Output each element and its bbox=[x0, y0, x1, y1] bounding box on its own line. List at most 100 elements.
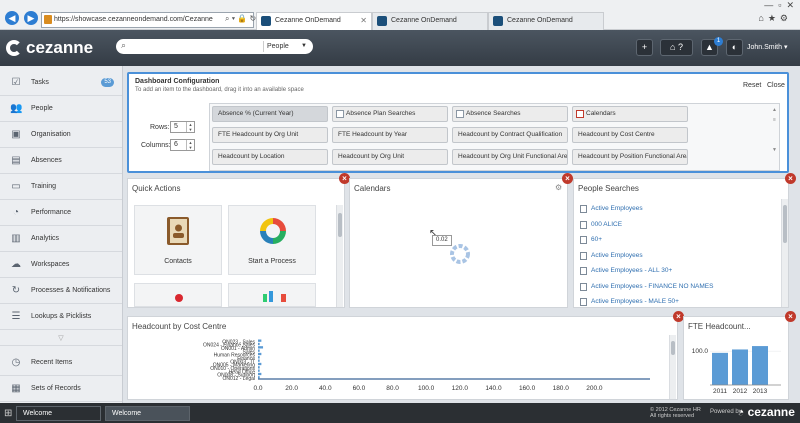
start-icon[interactable]: ⊞ bbox=[4, 408, 12, 419]
app-header: cezanne ⌕ People ▼ + ⌂ ? ▲ 1 ◐ John.Smit… bbox=[0, 30, 800, 66]
stepper-arrows-icon[interactable]: ▲ ▼ bbox=[186, 140, 194, 150]
x-tick-label: 2011 bbox=[713, 388, 727, 395]
close-tab-icon[interactable]: ✕ bbox=[360, 13, 367, 29]
widget-tile[interactable]: Headcount by Org Unit bbox=[332, 149, 448, 165]
sidebar-item-people[interactable]: 👥 People bbox=[0, 96, 122, 122]
bar bbox=[258, 376, 260, 379]
back-icon[interactable]: ◀ bbox=[5, 11, 19, 25]
scroll-thumb[interactable] bbox=[671, 341, 675, 355]
home-help-button[interactable]: ⌂ ? bbox=[660, 39, 693, 56]
sidebar-item-analytics[interactable]: ▥ Analytics bbox=[0, 226, 122, 252]
tab-label: Cezanne OnDemand bbox=[275, 17, 341, 24]
tab-3[interactable]: Cezanne OnDemand bbox=[488, 12, 604, 30]
x-tick-label: 20.0 bbox=[285, 385, 298, 392]
loading-spinner-icon bbox=[450, 244, 470, 264]
widget-tile[interactable]: Absence Plan Searches bbox=[332, 106, 448, 122]
sidebar-item-recent-items[interactable]: ◷ Recent Items bbox=[0, 350, 122, 376]
columns-stepper[interactable]: 6 ▲ ▼ bbox=[170, 139, 195, 151]
sidebar-item-workspaces[interactable]: ☁ Workspaces bbox=[0, 252, 122, 278]
widget-tile[interactable]: Headcount by Cost Centre bbox=[572, 127, 688, 143]
bell-icon: ▲ bbox=[705, 42, 714, 52]
bar bbox=[258, 339, 262, 342]
search-list-item[interactable]: 000 ALICE bbox=[580, 219, 622, 231]
remove-panel-icon[interactable]: × bbox=[562, 173, 573, 184]
tab-1[interactable]: Cezanne OnDemand ✕ bbox=[256, 12, 372, 30]
search-type-select[interactable]: People ▼ bbox=[263, 41, 311, 52]
remove-panel-icon[interactable]: × bbox=[785, 311, 796, 322]
sidebar-item-lookups[interactable]: ☰ Lookups & Picklists bbox=[0, 304, 122, 330]
remove-panel-icon[interactable]: × bbox=[785, 173, 796, 184]
close-link[interactable]: Close bbox=[767, 82, 785, 89]
taskbar-window-button[interactable]: Welcome bbox=[105, 406, 190, 421]
start-process-tile[interactable]: Start a Process bbox=[228, 205, 316, 275]
scroll-thumb[interactable] bbox=[783, 205, 787, 243]
quick-actions-scrollbar[interactable] bbox=[336, 205, 343, 307]
widget-tile[interactable]: Headcount by Org Unit Functional Area bbox=[452, 149, 568, 165]
widget-tile[interactable]: Headcount by Location bbox=[212, 149, 328, 165]
x-tick-label: 160.0 bbox=[519, 385, 536, 392]
contacts-tile[interactable]: Contacts bbox=[134, 205, 222, 275]
search-list-item[interactable]: 60+ bbox=[580, 234, 602, 246]
maximize-icon[interactable]: ▫ bbox=[778, 0, 781, 10]
favorites-icon[interactable]: ★ bbox=[768, 13, 780, 23]
search-list-item[interactable]: Active Employees bbox=[580, 250, 643, 262]
widget-grid-scrollbar[interactable]: ▲ ≡ ▼ bbox=[771, 105, 778, 169]
home-icon[interactable]: ⌂ bbox=[758, 13, 767, 23]
columns-label: Columns: bbox=[141, 142, 171, 149]
tab-2[interactable]: Cezanne OnDemand bbox=[372, 12, 488, 30]
sidebar-item-absences[interactable]: ▤ Absences bbox=[0, 148, 122, 174]
sidebar-item-sets-of-records[interactable]: ▦ Sets of Records bbox=[0, 376, 122, 402]
forward-icon[interactable]: ▶ bbox=[24, 11, 38, 25]
x-tick-label: 120.0 bbox=[452, 385, 469, 392]
add-button[interactable]: + bbox=[636, 39, 653, 56]
sidebar-item-performance[interactable]: ◔ Performance bbox=[0, 200, 122, 226]
headcount-scrollbar[interactable] bbox=[669, 335, 676, 399]
search-list-icon bbox=[580, 283, 587, 291]
stepper-arrows-icon[interactable]: ▲ ▼ bbox=[186, 122, 194, 132]
sidebar-scroll-down[interactable]: ▽ bbox=[0, 331, 122, 346]
search-list-item[interactable]: Active Employees - FINANCE NO NAMES bbox=[580, 281, 713, 293]
widget-tile[interactable]: Calendars bbox=[572, 106, 688, 122]
search-list-item[interactable]: Active Employees - MALE 50+ bbox=[580, 296, 679, 308]
sidebar-item-label: Tasks bbox=[31, 79, 49, 86]
sidebar-item-label: Lookups & Picklists bbox=[31, 313, 92, 320]
scroll-thumb[interactable] bbox=[338, 213, 342, 237]
sidebar-item-organisation[interactable]: ▣ Organisation bbox=[0, 122, 122, 148]
search-input[interactable]: ⌕ People ▼ bbox=[116, 39, 313, 54]
quick-action-tile[interactable] bbox=[134, 283, 222, 307]
user-name[interactable]: John.Smith ▾ bbox=[747, 43, 788, 51]
home-icon[interactable]: ⌂ bbox=[670, 42, 675, 52]
settings-icon[interactable]: ⚙ bbox=[780, 13, 792, 23]
lock-icon[interactable]: 🔒 bbox=[237, 14, 247, 23]
search-list-item[interactable]: Active Employees - ALL 30+ bbox=[580, 265, 672, 277]
cezanne-logo[interactable]: cezanne bbox=[6, 37, 93, 59]
bar bbox=[258, 346, 264, 349]
widget-tile[interactable]: FTE Headcount by Org Unit bbox=[212, 127, 328, 143]
close-window-icon[interactable]: ✕ bbox=[786, 0, 794, 10]
address-bar[interactable]: https://showcase.cezanneondemand.com/Cez… bbox=[41, 12, 254, 28]
search-list-item[interactable]: Active Employees bbox=[580, 203, 643, 215]
sidebar-item-training[interactable]: ▭ Training bbox=[0, 174, 122, 200]
gear-icon[interactable]: ⚙ bbox=[555, 183, 562, 192]
widget-tile[interactable]: FTE Headcount by Year bbox=[332, 127, 448, 143]
help-icon[interactable]: ? bbox=[678, 42, 683, 52]
dropdown-icon[interactable]: ▾ bbox=[232, 14, 235, 23]
sidebar-item-tasks[interactable]: ☑ Tasks 53 bbox=[0, 70, 122, 96]
search-list-icon bbox=[580, 236, 587, 244]
search-icon[interactable]: ⌕ bbox=[225, 14, 229, 23]
user-menu-button[interactable]: ◐ bbox=[726, 39, 743, 56]
rows-stepper[interactable]: 5 ▲ ▼ bbox=[170, 121, 195, 133]
reset-link[interactable]: Reset bbox=[743, 82, 761, 89]
widget-tile[interactable]: Headcount by Contract Qualification bbox=[452, 127, 568, 143]
minimize-icon[interactable]: — bbox=[764, 0, 773, 10]
widget-label: Absence Plan Searches bbox=[346, 110, 416, 117]
x-tick-label: 180.0 bbox=[553, 385, 570, 392]
taskbar-window-button[interactable]: Welcome bbox=[16, 406, 101, 421]
widget-tile[interactable]: Headcount by Position Functional Area bbox=[572, 149, 688, 165]
widget-tile[interactable]: Absence % (Current Year) bbox=[212, 106, 328, 122]
recent-items-icon: ◷ bbox=[11, 357, 21, 368]
people-searches-scrollbar[interactable] bbox=[781, 199, 788, 307]
widget-tile[interactable]: Absence Searches bbox=[452, 106, 568, 122]
sidebar-item-processes[interactable]: ↻ Processes & Notifications bbox=[0, 278, 122, 304]
quick-action-tile[interactable] bbox=[228, 283, 316, 307]
